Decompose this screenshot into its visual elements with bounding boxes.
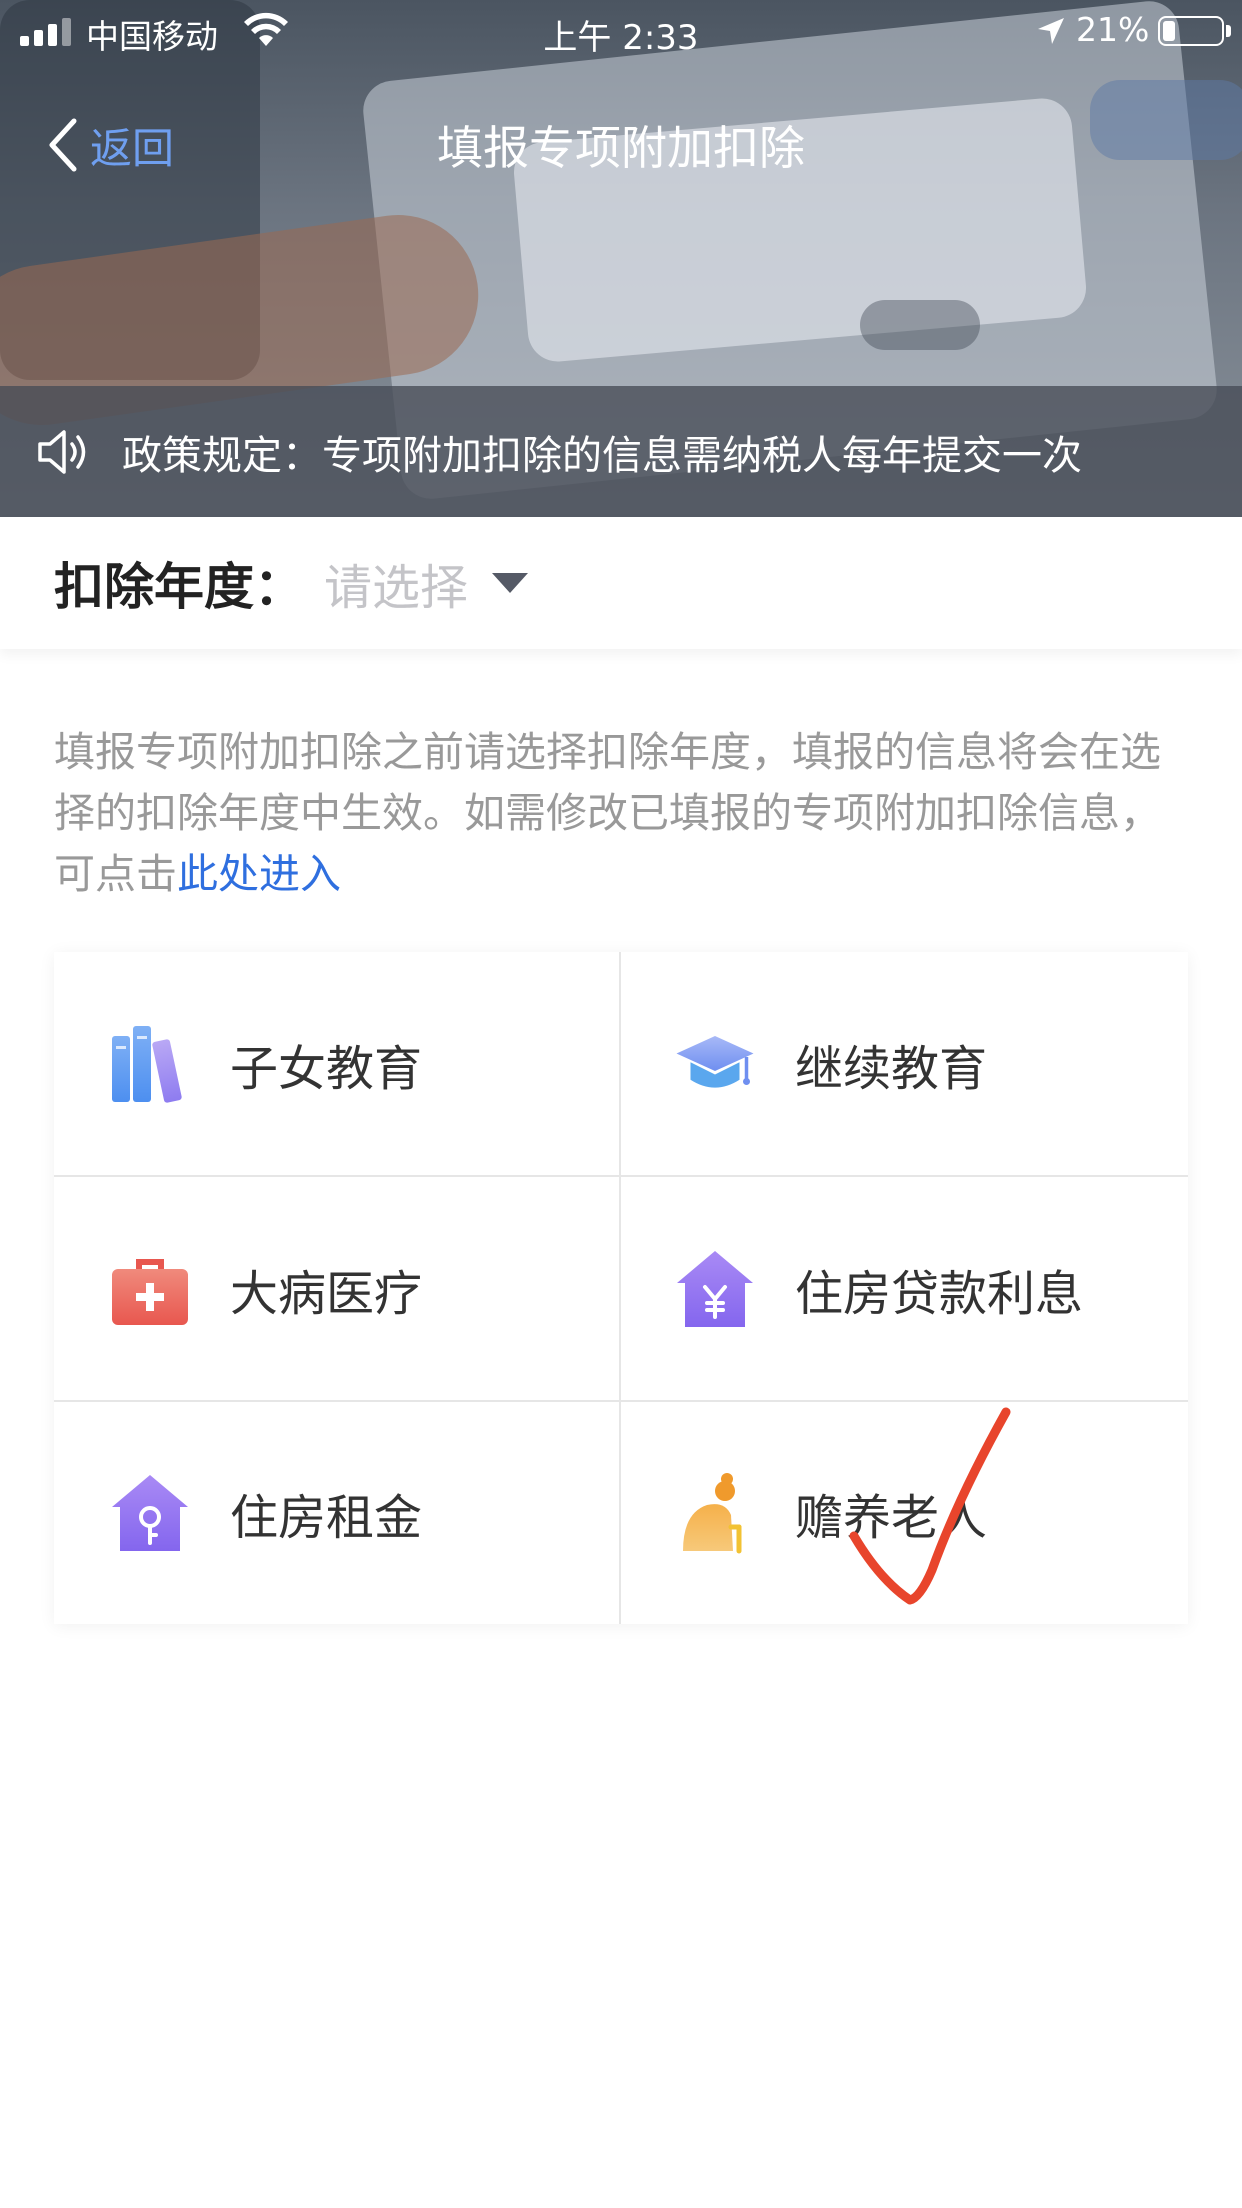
enter-here-link[interactable]: 此处进入: [177, 850, 341, 898]
category-label: 继续教育: [795, 1040, 988, 1097]
caret-down-icon: [492, 573, 529, 593]
status-bar: 中国移动 上午 2:33 21%: [0, 0, 1242, 64]
house-yuan-icon: [677, 1250, 753, 1327]
policy-notice: 政策规定：专项附加扣除的信息需纳税人每年提交一次: [0, 386, 1242, 517]
speaker-icon: [38, 429, 86, 474]
category-children-education[interactable]: 子女教育: [54, 952, 621, 1177]
location-arrow-icon: [1038, 18, 1064, 44]
battery-icon: [1158, 16, 1224, 46]
year-dropdown[interactable]: 请选择: [324, 548, 530, 618]
battery-tip: [1226, 25, 1231, 37]
deduction-year-row: 扣除年度： 请选择: [0, 517, 1242, 649]
category-label: 子女教育: [230, 1040, 423, 1097]
header-background: 中国移动 上午 2:33 21% 返回 填报专项附加扣除 政策规定：专项附加扣除…: [0, 0, 1242, 517]
category-label: 赡养老人: [795, 1490, 988, 1546]
battery-percent: 21%: [1076, 10, 1150, 49]
books-icon: [112, 1025, 182, 1103]
category-continuing-education[interactable]: 继续教育: [621, 952, 1188, 1177]
category-serious-illness-medical[interactable]: 大病医疗: [54, 1177, 621, 1402]
graduation-cap-icon: [676, 1035, 754, 1088]
page-title: 填报专项附加扣除: [437, 121, 805, 175]
year-placeholder: 请选择: [324, 560, 469, 616]
category-label: 大病医疗: [230, 1265, 423, 1322]
medical-kit-icon: [112, 1258, 188, 1325]
category-label: 住房租金: [230, 1490, 423, 1546]
year-label: 扣除年度：: [54, 558, 304, 616]
category-label: 住房贷款利息: [795, 1265, 1084, 1322]
category-housing-loan-interest[interactable]: 住房贷款利息: [621, 1177, 1188, 1402]
category-elderly-support[interactable]: 赡养老人: [621, 1402, 1188, 1624]
house-key-icon: [112, 1475, 188, 1551]
notice-text: 政策规定：专项附加扣除的信息需纳税人每年提交一次: [122, 432, 1082, 479]
blur-shape: [860, 300, 980, 350]
deduction-category-grid: 子女教育 继续教育 大病医疗 住房贷款利息 住房租金 赡养老人: [54, 952, 1188, 1624]
elderly-person-icon: [683, 1473, 742, 1554]
category-housing-rent[interactable]: 住房租金: [54, 1402, 621, 1624]
instruction-text: 填报专项附加扣除之前请选择扣除年度，填报的信息将会在选择的扣除年度中生效。如需修…: [54, 722, 1194, 905]
battery-level: [1163, 21, 1175, 41]
